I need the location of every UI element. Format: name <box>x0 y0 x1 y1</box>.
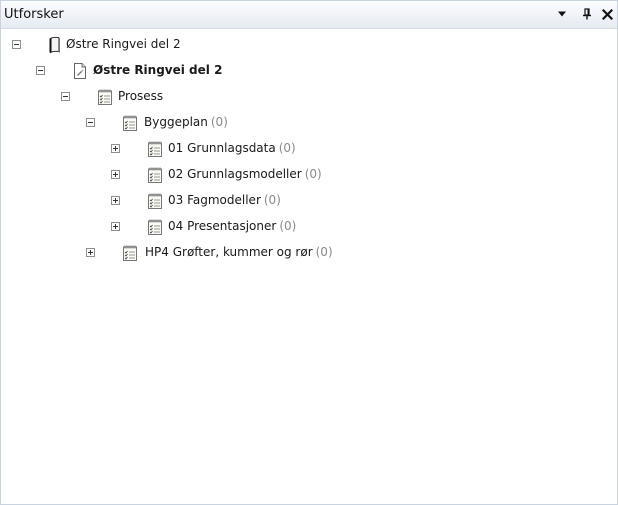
tree-node-byggeplan[interactable]: Byggeplan (0) <box>1 113 601 135</box>
tree-node-text: HP4 Grøfter, kummer og rør <box>145 245 313 259</box>
checklist-icon <box>147 140 163 158</box>
collapse-minus-icon[interactable] <box>61 92 70 101</box>
expand-plus-icon[interactable] <box>86 248 95 257</box>
tree-node-fagmodeller[interactable]: 03 Fagmodeller (0) <box>1 191 601 213</box>
checklist-icon <box>147 192 163 210</box>
checklist-icon <box>122 114 138 132</box>
tree-node-count: (0) <box>304 167 322 181</box>
document-icon <box>72 62 88 80</box>
tree-node-text: Østre Ringvei del 2 <box>66 37 181 51</box>
checklist-icon <box>147 166 163 184</box>
tree-node-grunnlagsmodeller[interactable]: 02 Grunnlagsmodeller (0) <box>1 165 601 187</box>
pin-icon[interactable] <box>579 5 595 23</box>
tree-node-label[interactable]: 01 Grunnlagsdata (0) <box>168 141 296 155</box>
tree-node-label[interactable]: Østre Ringvei del 2 <box>93 63 222 77</box>
tree-node-label[interactable]: Østre Ringvei del 2 <box>66 37 181 51</box>
tree-node-label[interactable]: 02 Grunnlagsmodeller (0) <box>168 167 322 181</box>
tree-node-text: 01 Grunnlagsdata <box>168 141 276 155</box>
close-icon[interactable] <box>599 5 615 23</box>
dropdown-arrow-icon[interactable] <box>554 5 570 23</box>
tree-node-prosess[interactable]: Prosess <box>1 87 601 109</box>
checklist-icon <box>122 244 138 262</box>
tree-node-text: 02 Grunnlagsmodeller <box>168 167 302 181</box>
tree-node-count: (0) <box>278 141 296 155</box>
tree-node-label[interactable]: Prosess <box>118 89 163 103</box>
checklist-icon <box>147 218 163 236</box>
tree-node-text: Østre Ringvei del 2 <box>93 63 223 77</box>
tree-node-label[interactable]: 04 Presentasjoner (0) <box>168 219 296 233</box>
tree-node-hp4[interactable]: HP4 Grøfter, kummer og rør (0) <box>1 243 601 265</box>
tree-node-label[interactable]: 03 Fagmodeller (0) <box>168 193 281 207</box>
tree-node-ostre-ringvei-project[interactable]: Østre Ringvei del 2 <box>1 35 601 57</box>
collapse-minus-icon[interactable] <box>36 66 45 75</box>
tree-node-presentasjoner[interactable]: 04 Presentasjoner (0) <box>1 217 601 239</box>
collapse-minus-icon[interactable] <box>86 118 95 127</box>
expand-plus-icon[interactable] <box>111 196 120 205</box>
panel-title: Utforsker <box>4 7 64 22</box>
tree-node-label[interactable]: HP4 Grøfter, kummer og rør (0) <box>145 245 333 259</box>
tree-node-text: Byggeplan <box>144 115 208 129</box>
tree-node-count: (0) <box>279 219 297 233</box>
project-book-icon <box>47 36 63 54</box>
tree-node-text: Prosess <box>118 89 164 103</box>
tree-node-count: (0) <box>210 115 228 129</box>
expand-plus-icon[interactable] <box>111 222 120 231</box>
tree-node-ostre-ringvei-document[interactable]: Østre Ringvei del 2 <box>1 61 601 83</box>
tree-node-grunnlagsdata[interactable]: 01 Grunnlagsdata (0) <box>1 139 601 161</box>
panel-titlebar: Utforsker <box>1 0 617 29</box>
tree-node-text: 03 Fagmodeller <box>168 193 261 207</box>
checklist-icon <box>97 88 113 106</box>
collapse-minus-icon[interactable] <box>12 40 21 49</box>
tree-node-label[interactable]: Byggeplan (0) <box>144 115 228 129</box>
tree-node-text: 04 Presentasjoner <box>168 219 277 233</box>
expand-plus-icon[interactable] <box>111 144 120 153</box>
expand-plus-icon[interactable] <box>111 170 120 179</box>
tree-node-count: (0) <box>263 193 281 207</box>
explorer-panel: Utforsker Østre Ringvei del 2 Østre Ringv… <box>0 0 618 505</box>
tree-node-count: (0) <box>315 245 333 259</box>
